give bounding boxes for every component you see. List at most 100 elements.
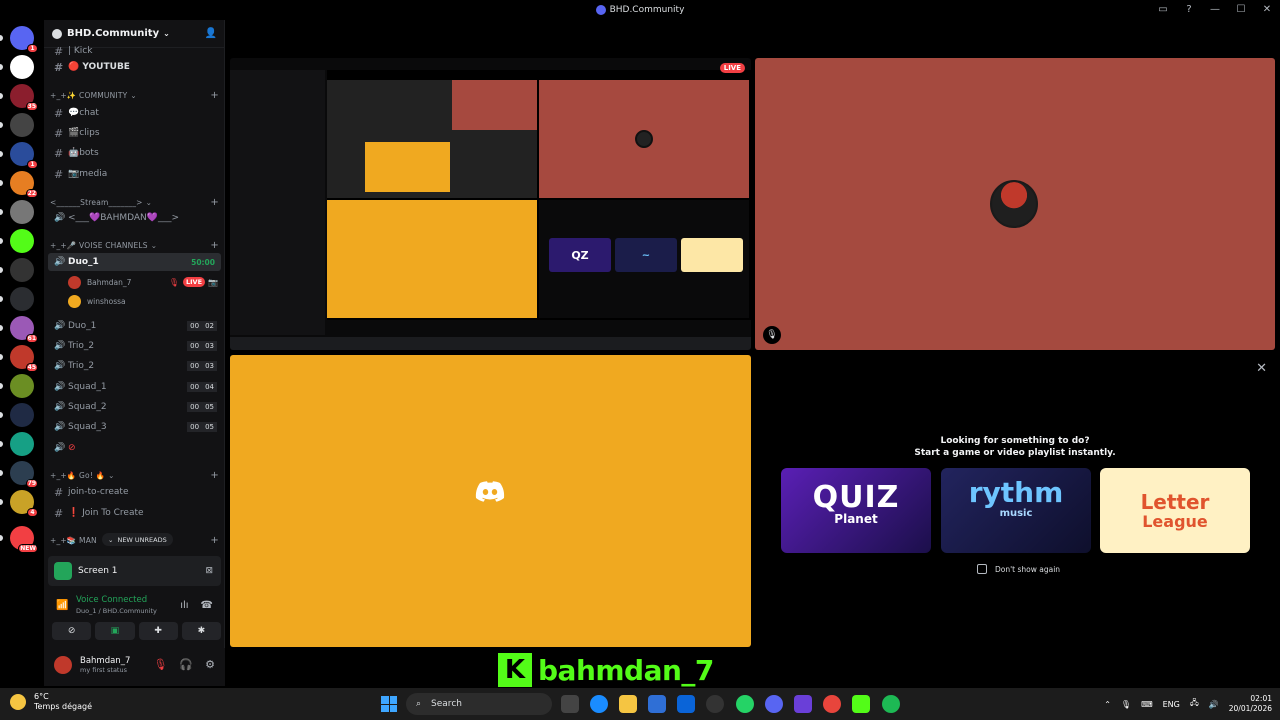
channel-stream-bahmdan[interactable]: 🔊 <___💜BAHMDAN💜___>	[48, 209, 221, 227]
activity-card-rythm[interactable]: rythm music	[941, 468, 1091, 553]
voice-channel[interactable]: 🔊 Squad_2 00 05	[48, 398, 221, 416]
voice-user[interactable]: winshossa	[68, 292, 218, 310]
server-icon-guild-13[interactable]	[10, 374, 34, 398]
category-stream[interactable]: <______Stream_______> ⌄ +	[50, 195, 219, 209]
add-channel-icon[interactable]: +	[210, 470, 219, 481]
server-icon-guild-11[interactable]: 61	[10, 316, 38, 343]
task-view-icon[interactable]	[561, 695, 579, 713]
user-tile-winshossa[interactable]	[230, 355, 751, 647]
category-go[interactable]: +_+🔥 Go! 🔥 ⌄ +	[50, 468, 219, 482]
screen-share-button[interactable]: ▣	[95, 622, 135, 640]
tray-chevron-up-icon[interactable]: ⌃	[1104, 700, 1111, 709]
server-icon-guild-4[interactable]	[10, 113, 34, 137]
weather-widget[interactable]: 6°C Temps dégagé	[10, 692, 92, 712]
tray-keyboard-icon[interactable]: ⌨	[1141, 700, 1153, 709]
avatar[interactable]	[54, 656, 72, 674]
dont-show-checkbox[interactable]	[977, 564, 987, 574]
voice-channel[interactable]: 🔊 Squad_1 00 04	[48, 378, 221, 396]
activities-button[interactable]: ✚	[138, 622, 178, 640]
store-icon[interactable]	[648, 695, 666, 713]
mail-icon[interactable]	[677, 695, 695, 713]
signal-icon[interactable]: 📶	[56, 600, 68, 611]
voice-channel[interactable]: 🔊 Trio_2 00 03	[48, 357, 221, 375]
server-icon-guild-15[interactable]	[10, 432, 34, 456]
voice-channel[interactable]: 🔊 Trio_2 00 03	[48, 337, 221, 355]
add-channel-icon[interactable]: +	[210, 90, 219, 101]
channel-chat[interactable]: # 💬chat	[48, 104, 221, 122]
channel-join-to-create-voice[interactable]: # ❗ Join To Create	[48, 504, 221, 522]
whatsapp-icon[interactable]	[736, 695, 754, 713]
server-icon-guild-3[interactable]: 35	[10, 84, 38, 111]
server-icon-guild-16[interactable]: 79	[10, 461, 38, 488]
stream-tile-screen[interactable]: QZ ~ LIVE	[230, 58, 751, 350]
stop-stream-icon[interactable]: ⊠	[205, 566, 213, 576]
activity-card-quiz-planet[interactable]: QUIZ Planet	[781, 468, 931, 553]
server-icon-guild-5[interactable]: 1	[10, 142, 38, 169]
obs-icon[interactable]	[706, 695, 724, 713]
maximize-button[interactable]: ☐	[1234, 2, 1248, 16]
screen-share-panel[interactable]: Screen 1 ⊠	[48, 556, 221, 586]
server-icon-guild-9[interactable]	[10, 258, 34, 282]
close-icon[interactable]: ✕	[1256, 361, 1267, 376]
kick-app-icon[interactable]	[852, 695, 870, 713]
minimize-button[interactable]: —	[1208, 2, 1222, 16]
server-icon-guild-6[interactable]: 22	[10, 171, 38, 198]
voice-channel-active[interactable]: 🔊 Duo_1 50:00	[48, 253, 221, 271]
add-channel-icon[interactable]: +	[210, 535, 219, 546]
editor-icon[interactable]	[794, 695, 812, 713]
category-community[interactable]: +_+✨ COMMUNITY ⌄ +	[50, 88, 219, 102]
server-icon-guild-7[interactable]	[10, 200, 34, 224]
taskbar-search[interactable]: ⌕ Search	[406, 693, 552, 715]
settings-gear-icon[interactable]: ⚙	[205, 658, 215, 671]
server-icon-guild-14[interactable]	[10, 403, 34, 427]
username[interactable]: Bahmdan_7	[80, 656, 130, 666]
channel-join-to-create[interactable]: # join-to-create	[48, 483, 221, 501]
server-icon-guild-12[interactable]: 45	[10, 345, 38, 372]
file-explorer-icon[interactable]	[619, 695, 637, 713]
add-channel-icon[interactable]: +	[210, 240, 219, 251]
dont-show-again[interactable]: Don't show again	[977, 564, 1060, 574]
server-icon-guild-bhd[interactable]	[10, 287, 34, 311]
invite-people-icon[interactable]: 👤	[205, 28, 217, 39]
camera-off-button[interactable]: ⊘	[52, 622, 92, 640]
noise-suppression-icon[interactable]: ılı	[180, 600, 188, 611]
discord-icon[interactable]	[765, 695, 783, 713]
help-icon[interactable]: ?	[1182, 2, 1196, 16]
network-icon[interactable]: 🖧	[1190, 697, 1199, 711]
channel-bots[interactable]: # 🤖bots	[48, 144, 221, 162]
volume-icon[interactable]: 🔊	[1209, 700, 1219, 709]
add-channel-icon[interactable]: +	[210, 197, 219, 208]
user-status[interactable]: my first status	[80, 666, 127, 674]
server-icon-guild-17[interactable]: 4	[10, 490, 38, 517]
category-voice[interactable]: +_+🎤 VOISE CHANNELS ⌄ +	[50, 238, 219, 252]
channel-clips[interactable]: # 🎬clips	[48, 124, 221, 142]
voice-channel[interactable]: 🔊 Duo_1 00 02	[48, 317, 221, 335]
spotify-icon[interactable]	[882, 695, 900, 713]
language-indicator[interactable]: ENG	[1163, 700, 1180, 709]
voice-channel-blocked[interactable]: 🔊 ⊘	[48, 439, 221, 457]
disconnect-icon[interactable]: ☎	[201, 600, 213, 611]
system-clock[interactable]: 02:01 20/01/2026	[1229, 694, 1272, 714]
close-button[interactable]: ✕	[1260, 2, 1274, 16]
server-icon-discord-home[interactable]: 1	[10, 26, 38, 53]
server-icon-guild-kick[interactable]	[10, 229, 34, 253]
tray-mic-icon[interactable]: 🎙	[1121, 700, 1131, 709]
edge-icon[interactable]	[590, 695, 608, 713]
voice-location[interactable]: Duo_1 / BHD.Community	[76, 607, 157, 615]
soundboard-button[interactable]: ✱	[181, 622, 221, 640]
mute-mic-icon[interactable]: 🎙	[153, 658, 167, 671]
channel-media[interactable]: # 📷media	[48, 165, 221, 183]
voice-channel[interactable]: 🔊 Squad_3 00 05	[48, 418, 221, 436]
headphones-icon[interactable]: 🎧	[179, 658, 193, 671]
server-icon-guild-2[interactable]	[10, 55, 34, 79]
new-unreads-pill[interactable]: ⌄ NEW UNREADS	[102, 533, 173, 546]
chrome-icon[interactable]	[823, 695, 841, 713]
channel-youtube[interactable]: # 🔴 YOUTUBE	[48, 58, 221, 76]
server-icon-guild-new[interactable]: NEW	[10, 526, 38, 553]
voice-user[interactable]: Bahmdan_7 🎙 LIVE 📷	[68, 273, 218, 291]
camera-tile[interactable]: 🎙	[755, 58, 1275, 350]
inbox-icon[interactable]: ▭	[1156, 2, 1170, 16]
windows-start-icon[interactable]	[381, 696, 397, 712]
voice-status[interactable]: Voice Connected	[76, 595, 147, 605]
activity-card-letter-league[interactable]: Letter League	[1100, 468, 1250, 553]
